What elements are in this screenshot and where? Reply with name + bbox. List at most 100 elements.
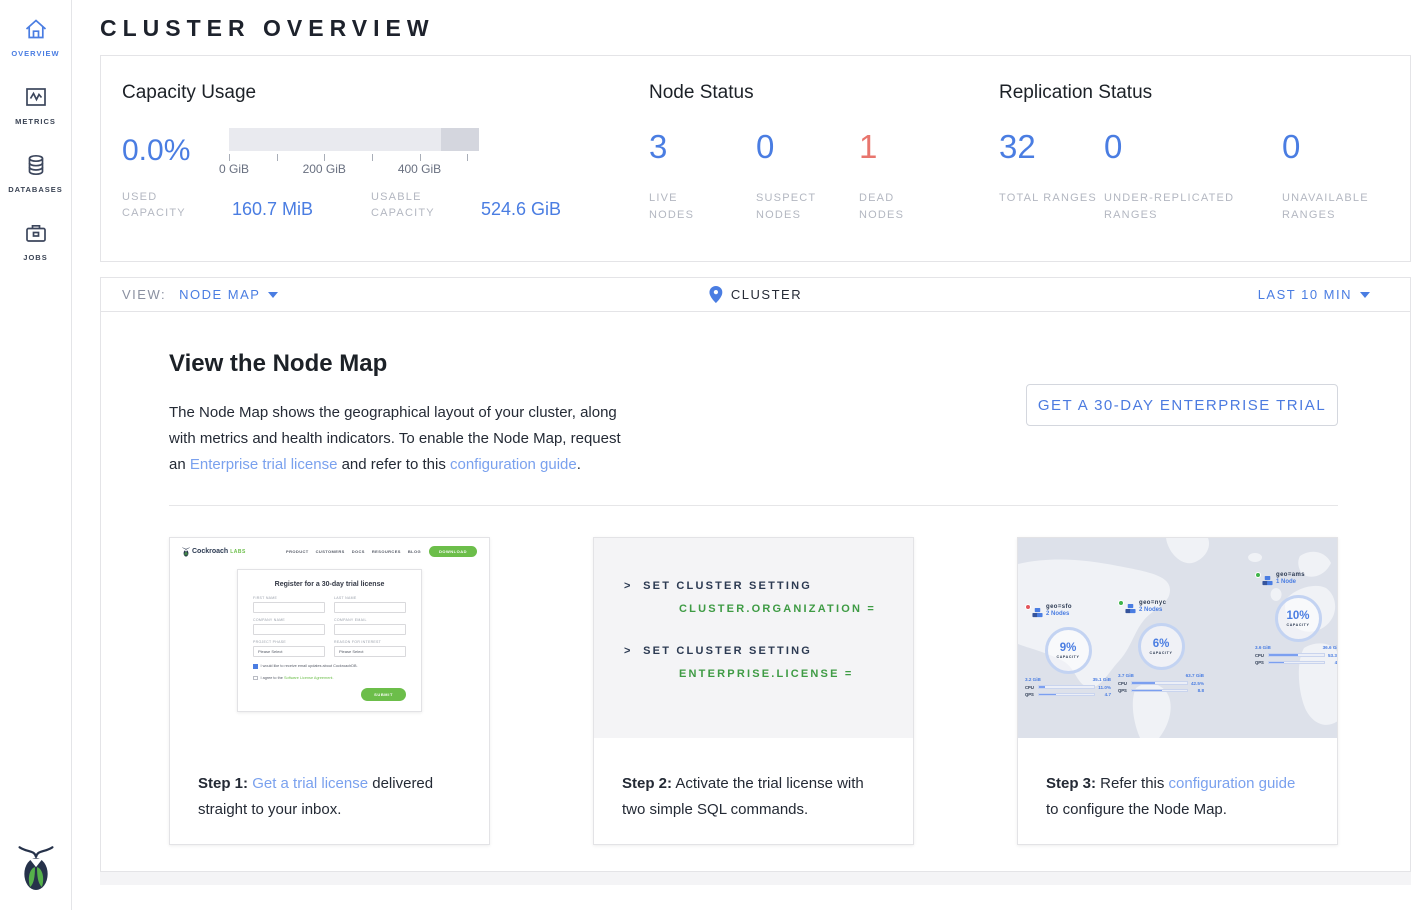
used-capacity-stat: USED CAPACITY 160.7 MiB bbox=[122, 189, 371, 221]
capacity-total: 36.6 GiB bbox=[1323, 645, 1337, 650]
time-range-value: LAST 10 MIN bbox=[1258, 287, 1352, 302]
capacity-used: 3.7 GiB bbox=[1118, 673, 1134, 678]
dead-nodes-label: DEAD NODES bbox=[859, 190, 929, 224]
live-nodes-label: LIVE NODES bbox=[649, 190, 719, 224]
section-divider bbox=[169, 505, 1338, 506]
step-label: Step 2: bbox=[622, 775, 672, 792]
step-2-caption: Step 2: Activate the trial license with … bbox=[594, 738, 913, 823]
mini-nav-item: CUSTOMERS bbox=[316, 549, 345, 554]
capacity-bar-usable-segment bbox=[229, 128, 441, 151]
main-content: CLUSTER OVERVIEW Capacity Usage 0.0% bbox=[72, 0, 1419, 910]
view-selector-value: NODE MAP bbox=[179, 287, 260, 302]
locality-label: geo=sfo bbox=[1046, 604, 1072, 610]
node-status-title: Node Status bbox=[649, 82, 999, 104]
time-range-dropdown[interactable]: LAST 10 MIN bbox=[1258, 287, 1410, 302]
capacity-total: 35.1 GiB bbox=[1093, 677, 1111, 682]
used-capacity-value: 160.7 MiB bbox=[232, 199, 313, 221]
step-label: Step 3: bbox=[1046, 775, 1096, 792]
locality-node-count: 2 Nodes bbox=[1046, 611, 1072, 617]
step-3-card: geo=sfo 2 Nodes 9% CAPACITY bbox=[1017, 537, 1338, 845]
capacity-usage-section: Capacity Usage 0.0% bbox=[101, 78, 649, 227]
mini-checkbox-license: I agree to the Software License Agreemen… bbox=[253, 676, 406, 681]
capacity-gauge: 9% CAPACITY bbox=[1045, 627, 1092, 674]
replication-status-title: Replication Status bbox=[999, 82, 1410, 104]
cpu-bar: CPU 53.3% bbox=[1255, 653, 1337, 658]
roach-icon bbox=[182, 547, 190, 557]
suspect-nodes-value: 0 bbox=[756, 128, 859, 166]
locality-node-count: 2 Nodes bbox=[1139, 607, 1166, 613]
sidebar-item-metrics[interactable]: METRICS bbox=[0, 68, 71, 136]
total-ranges-label: TOTAL RANGES bbox=[999, 190, 1099, 207]
axis-tick-label: 0 GiB bbox=[219, 162, 249, 176]
view-label: VIEW: bbox=[122, 287, 166, 302]
capacity-percent: 0.0% bbox=[122, 128, 229, 177]
configuration-guide-link[interactable]: configuration guide bbox=[1169, 775, 1296, 792]
mini-logo-suffix: LABS bbox=[230, 549, 246, 555]
locality-widget-nyc: geo=nyc 2 Nodes 6% CAPACITY bbox=[1118, 600, 1204, 693]
node-map-body: View the Node Map GET A 30-DAY ENTERPRIS… bbox=[101, 312, 1410, 871]
checkbox-empty-icon bbox=[253, 676, 258, 681]
nodes-icon bbox=[1032, 606, 1043, 624]
mini-nav-item: BLOG bbox=[408, 549, 421, 554]
locality-label: geo=nyc bbox=[1139, 600, 1166, 606]
capacity-used: 3.2 GiB bbox=[1025, 677, 1041, 682]
mini-field-label: PROJECT PHASE bbox=[253, 640, 325, 644]
configuration-guide-link[interactable]: configuration guide bbox=[450, 456, 577, 473]
view-selector-dropdown[interactable]: NODE MAP bbox=[179, 287, 278, 302]
get-trial-license-link[interactable]: Get a trial license bbox=[252, 775, 368, 792]
mini-nav-item: RESOURCES bbox=[372, 549, 401, 554]
cpu-bar: CPU 11.0% bbox=[1025, 685, 1111, 690]
sidebar-item-databases[interactable]: DATABASES bbox=[0, 136, 71, 204]
sql-prompt: > bbox=[624, 580, 633, 592]
mini-field-label: REASON FOR INTEREST bbox=[334, 640, 406, 644]
mini-nav: PRODUCT CUSTOMERS DOCS RESOURCES BLOG bbox=[286, 549, 421, 554]
checkbox-checked-icon bbox=[253, 664, 258, 669]
total-ranges-stat: 32 TOTAL RANGES bbox=[999, 128, 1104, 224]
dead-nodes-stat: 1 DEAD NODES bbox=[859, 128, 929, 224]
mini-cockroach-logo: Cockroach LABS bbox=[182, 547, 246, 557]
step-label: Step 1: bbox=[198, 775, 248, 792]
description-text: and refer to this bbox=[337, 456, 450, 473]
usable-capacity-stat: USABLE CAPACITY 524.6 GiB bbox=[371, 189, 561, 221]
live-nodes-stat: 3 LIVE NODES bbox=[649, 128, 756, 224]
sql-argument: ENTERPRISE.LICENSE = bbox=[679, 668, 913, 680]
unavailable-ranges-value: 0 bbox=[1282, 128, 1382, 166]
qps-bar: QPS 4.4 bbox=[1255, 660, 1337, 665]
home-icon bbox=[23, 16, 49, 42]
sidebar-item-jobs[interactable]: JOBS bbox=[0, 204, 71, 272]
chevron-down-icon bbox=[1360, 292, 1370, 298]
usable-capacity-label: USABLE CAPACITY bbox=[371, 189, 467, 221]
under-replicated-ranges-label: UNDER-REPLICATED RANGES bbox=[1104, 190, 1264, 224]
mini-nav-item: DOCS bbox=[352, 549, 365, 554]
node-map-description: The Node Map shows the geographical layo… bbox=[169, 400, 637, 478]
databases-icon bbox=[23, 152, 49, 178]
bottom-strip bbox=[100, 872, 1411, 885]
mini-field-label: COMPANY NAME bbox=[253, 618, 325, 622]
steps-cards-row: Cockroach LABS PRODUCT CUSTOMERS DOCS RE… bbox=[169, 537, 1338, 845]
capacity-total: 63.7 GiB bbox=[1186, 673, 1204, 678]
locality-node-count: 1 Node bbox=[1276, 579, 1305, 585]
sql-command: SET CLUSTER SETTING bbox=[643, 580, 812, 592]
mini-select: Please Select bbox=[253, 646, 325, 657]
mini-checkbox-updates: I would like to receive email updates ab… bbox=[253, 664, 406, 669]
sidebar-item-overview[interactable]: OVERVIEW bbox=[0, 0, 71, 68]
app-root: OVERVIEW METRICS DATABASES bbox=[0, 0, 1419, 910]
sidebar-item-label: DATABASES bbox=[8, 185, 63, 194]
locality-label: geo=ams bbox=[1276, 572, 1305, 578]
sidebar: OVERVIEW METRICS DATABASES bbox=[0, 0, 72, 910]
mini-logo-text: Cockroach bbox=[192, 548, 228, 555]
sql-prompt: > bbox=[624, 645, 633, 657]
enterprise-trial-button[interactable]: GET A 30-DAY ENTERPRISE TRIAL bbox=[1026, 384, 1338, 426]
node-map-heading: View the Node Map bbox=[169, 312, 1338, 378]
sidebar-item-label: OVERVIEW bbox=[11, 49, 59, 58]
enterprise-trial-license-link[interactable]: Enterprise trial license bbox=[190, 456, 338, 473]
mini-form-title: Register for a 30-day trial license bbox=[253, 581, 406, 588]
mini-field-label: FIRST NAME bbox=[253, 596, 325, 600]
total-ranges-value: 32 bbox=[999, 128, 1104, 166]
suspect-nodes-stat: 0 SUSPECT NODES bbox=[756, 128, 859, 224]
capacity-bar-chart: 0 GiB 200 GiB 400 GiB bbox=[229, 128, 479, 177]
sql-argument: CLUSTER.ORGANIZATION = bbox=[679, 603, 913, 615]
step-text: to configure the Node Map. bbox=[1046, 801, 1227, 818]
live-nodes-value: 3 bbox=[649, 128, 756, 166]
under-replicated-ranges-value: 0 bbox=[1104, 128, 1282, 166]
